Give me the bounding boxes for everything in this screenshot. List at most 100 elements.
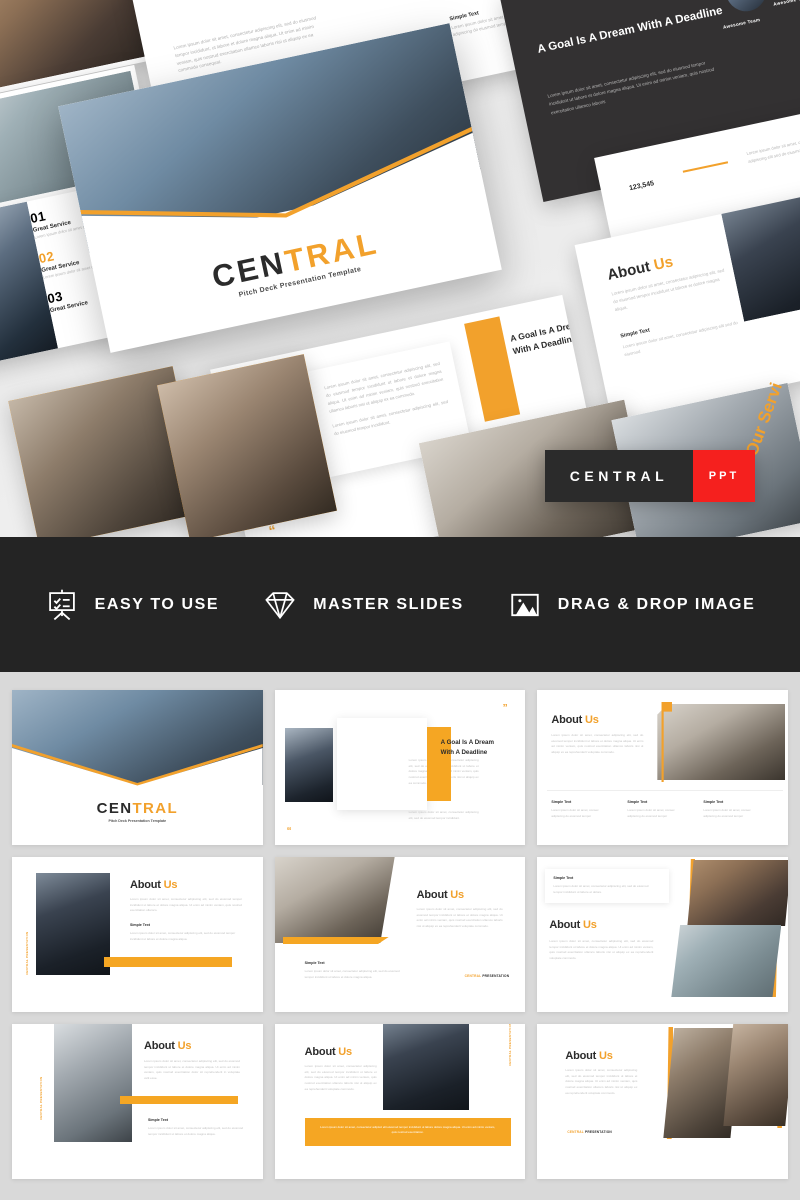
photo-server-room (54, 1024, 132, 1142)
title-dark: About (565, 1050, 597, 1062)
photo-collab-2 (723, 1024, 788, 1126)
title-orange: TRAL (132, 800, 179, 817)
footer-dark: PRESENTATION (585, 1130, 612, 1134)
slide-thumbnail-grid: CENTRAL Pitch Deck Presentation Template… (12, 690, 788, 1179)
feature-bar: EASY TO USE MASTER SLIDES DRAG & DROP IM… (0, 537, 800, 672)
simple-text-body: Lorem ipsum dolor sit amet, consectetur … (148, 1126, 244, 1136)
thumbnail-title: About Us (305, 1046, 352, 1058)
title-orange: Us (450, 889, 464, 901)
thumbnail-about-us-three-col[interactable]: About Us Lorem ipsum dolor sit amet, con… (537, 690, 788, 845)
quote-mark-icon: “ (267, 521, 278, 537)
diamond-icon (263, 588, 297, 622)
thumbnail-title: About Us (130, 879, 177, 891)
feature-label: MASTER SLIDES (313, 595, 464, 613)
thumbnail-body: Lorem ipsum dolor sit amet, consectetur … (304, 1064, 377, 1091)
thumbnail-about-us-arrow[interactable]: About Us Lorem ipsum dolor sit amet, con… (12, 857, 263, 1012)
presentation-board-icon (45, 588, 79, 622)
thumbnail-body: Lorem ipsum dolor sit amet, consectetur … (130, 897, 242, 913)
title-orange: Us (582, 919, 597, 931)
orange-accent-bar (120, 1096, 238, 1104)
photo-reading-newspaper (274, 857, 395, 943)
orange-accent-bar (104, 957, 232, 967)
feature-master-slides: MASTER SLIDES (241, 588, 486, 622)
card-body: Lorem ipsum dolor sit amet, consectetur … (553, 884, 649, 894)
banner-text: Lorem ipsum dolor sit amet, consectetur … (320, 1125, 496, 1135)
card-heading: Simple Text (553, 876, 574, 880)
thumbnail-title: CENTRAL (12, 800, 263, 817)
thumbnail-subtitle: Pitch Deck Presentation Template (108, 819, 167, 823)
column-body: Lorem ipsum dolor sit amet, consec adipi… (627, 808, 675, 818)
thumbnail-title: About Us (549, 919, 596, 931)
footer-brand-label: CENTRAL PRESENTATION (465, 974, 510, 978)
simple-text-heading: Simple Text (130, 923, 150, 927)
thumbnail-title: About Us (551, 714, 598, 726)
stat-body: Lorem ipsum dolor sit amet, consectetur … (746, 135, 800, 164)
quote-body-2: Lorem ipsum dolor sit amet, consectetur … (408, 810, 479, 820)
orange-accent-bar (282, 937, 389, 944)
thumbnail-cover[interactable]: CENTRAL Pitch Deck Presentation Template (12, 690, 263, 845)
title-dark: About (549, 919, 581, 931)
footer-brand-label: CENTRAL PRESENTATION (567, 1130, 612, 1134)
column-heading: Simple Text (627, 800, 648, 804)
team-label: Awesome Team (772, 0, 800, 7)
thumbnail-title: About Us (565, 1050, 612, 1062)
title-orange: Us (163, 879, 178, 891)
title-orange: Us (584, 714, 599, 726)
footer-orange: CENTRAL (464, 974, 482, 978)
quote-open-icon: “ (286, 826, 292, 837)
thumbnail-about-us-dual-photo[interactable]: Simple Text Lorem ipsum dolor sit amet, … (537, 857, 788, 1012)
title-dark: About (144, 1040, 175, 1052)
team-label: Awesome Team (722, 17, 761, 30)
title-dark: CEN (96, 800, 133, 817)
stat-divider (682, 161, 729, 173)
vertical-brand-label: CENTRAL PRESENTATION (25, 931, 29, 975)
thumbnail-about-us-collab[interactable]: About Us Lorem ipsum dolor sit amet, con… (537, 1024, 788, 1179)
title-orange: Us (598, 1050, 613, 1062)
column-body: Lorem ipsum dolor sit amet, consec adipi… (551, 808, 599, 818)
quote-close-icon: ” (502, 703, 508, 714)
vertical-brand-label: CENTRAL PRESENTATION (39, 1076, 43, 1120)
simple-text-body: Lorem ipsum dolor sit amet, consectetur … (304, 969, 400, 979)
quote-text-card: Lorem ipsum dolor sit amet, consectetur … (336, 718, 479, 820)
thumbnail-title: About Us (417, 889, 464, 901)
photo-idea-wall (671, 925, 782, 997)
thumbnail-title: About Us (144, 1040, 191, 1052)
simple-text-heading: Simple Text (148, 1118, 168, 1122)
feature-label: EASY TO USE (94, 595, 220, 613)
thumbnail-about-us-newspaper[interactable]: About Us Lorem ipsum dolor sit amet, con… (274, 857, 526, 1012)
photo-newspaper-business (657, 704, 786, 780)
page-root: 01 Great Service Lorem ipsum dolor sit a… (0, 0, 800, 1200)
footer-orange: CENTRAL (567, 1130, 584, 1134)
avatar (722, 0, 770, 16)
photo-meeting (687, 860, 788, 926)
badge-brand-label: CENTRAL (545, 450, 693, 502)
photo-pointing-hand (36, 873, 110, 975)
goal-headline: A Goal Is A Dream With A Deadline (440, 739, 494, 756)
about-word: About (605, 258, 652, 284)
title-dark: About (304, 1046, 336, 1058)
thumbnail-body: Lorem ipsum dolor sit amet, consectetur … (551, 733, 644, 755)
column-heading: Simple Text (703, 800, 724, 804)
simple-text-card: Simple Text Lorem ipsum dolor sit amet, … (545, 869, 670, 903)
footer-dark: PRESENTATION (482, 974, 510, 978)
simple-text-body: Lorem ipsum dolor sit amet, consectetur … (130, 931, 236, 941)
thumbnail-body: Lorem ipsum dolor sit amet, consectetur … (416, 907, 503, 929)
thumbnail-about-us-suit[interactable]: About Us Lorem ipsum dolor sit amet, con… (274, 1024, 526, 1179)
thumbnail-body: Lorem ipsum dolor sit amet, consectetur … (144, 1059, 240, 1081)
title-dark: About (416, 889, 448, 901)
photo-suit-portrait (382, 1024, 469, 1110)
thumbnail-body: Lorem ipsum dolor sit amet, consectetur … (565, 1068, 638, 1095)
column-heading: Simple Text (551, 800, 572, 804)
title-orange: Us (177, 1040, 192, 1052)
thumbnail-about-us-server[interactable]: About Us Lorem ipsum dolor sit amet, con… (12, 1024, 263, 1179)
dark-slide-title: A Goal Is A Dream With A Deadline (536, 4, 724, 56)
photo-man-station (284, 728, 333, 802)
badge-format-label: PPT (693, 450, 755, 502)
simple-text-heading: Simple Text (304, 961, 325, 965)
column-body: Lorem ipsum dolor sit amet, consec adipi… (703, 808, 751, 818)
dark-slide-body: Lorem ipsum dolor sit amet, consectetur … (547, 60, 715, 115)
title-dark: About (551, 714, 583, 726)
feature-label: DRAG & DROP IMAGE (557, 595, 756, 613)
hero-showcase: 01 Great Service Lorem ipsum dolor sit a… (0, 0, 800, 537)
thumbnail-goal-quote[interactable]: ” Lorem ipsum dolor sit amet, consectetu… (274, 690, 526, 845)
